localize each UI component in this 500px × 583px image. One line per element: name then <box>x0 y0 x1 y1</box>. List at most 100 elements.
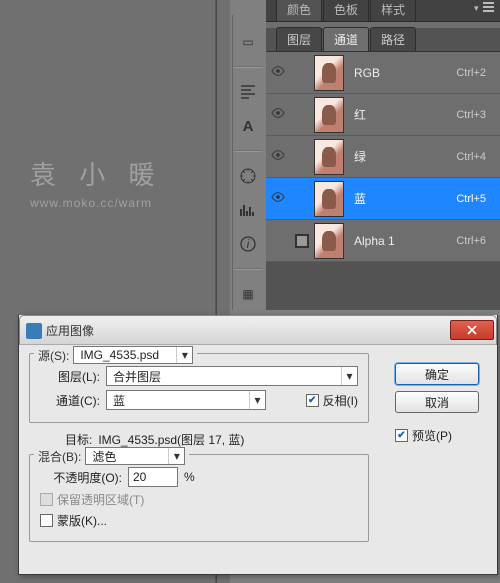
channel-name: 红 <box>344 106 456 123</box>
source-label: 源(S): <box>38 347 69 364</box>
source-combo[interactable]: IMG_4535.psd ▾ <box>73 346 193 364</box>
channel-shortcut: Ctrl+2 <box>456 67 492 79</box>
opacity-label: 不透明度(O): <box>40 469 122 486</box>
apply-image-dialog: 应用图像 源(S): IMG_4535.psd ▾ 图层(L): 合并图层 ▾ … <box>18 315 498 575</box>
channel-shortcut: Ctrl+5 <box>456 193 492 205</box>
dropdown-arrow-icon[interactable]: ▾ <box>341 367 357 385</box>
dropdown-arrow-icon[interactable]: ▾ <box>176 347 192 363</box>
channel-rgb[interactable]: RGB Ctrl+2 <box>266 52 500 94</box>
tab-paths[interactable]: 路径 <box>370 27 416 51</box>
channel-thumbnail <box>314 97 344 133</box>
channel-thumbnail <box>314 181 344 217</box>
right-panels: 颜色 色板 样式 图层 通道 路径 RGB Ctrl+2 红 Ctrl+3 <box>266 0 500 310</box>
channels-list: RGB Ctrl+2 红 Ctrl+3 绿 Ctrl+4 蓝 Ctrl+5 <box>266 52 500 262</box>
layers-panel-tabs: 图层 通道 路径 <box>266 28 500 52</box>
cancel-label: 取消 <box>425 394 449 411</box>
dialog-button-column: 确定 取消 ✔ 预览(P) <box>395 363 479 444</box>
channel-name: Alpha 1 <box>344 234 456 248</box>
invert-checkbox[interactable]: ✔ 反相(I) <box>306 392 358 409</box>
svg-text:i: i <box>247 237 250 251</box>
mask-label: 蒙版(K)... <box>57 512 107 529</box>
swatches-icon[interactable]: ▦ <box>236 282 260 306</box>
blend-fieldset: 混合(B): 滤色 ▾ 不透明度(O): % 保留透明区域(T) <box>29 454 369 542</box>
channel-thumbnail <box>314 55 344 91</box>
tool-separator <box>235 268 261 270</box>
checkbox-icon: ✔ <box>395 429 408 442</box>
watermark-url: www.moko.cc/warm <box>30 196 162 210</box>
channel-combo[interactable]: 蓝 ▾ <box>106 390 266 410</box>
channel-shortcut: Ctrl+6 <box>456 235 492 247</box>
checkbox-icon <box>40 493 53 506</box>
panel-menu-icon[interactable] <box>476 3 494 17</box>
channel-thumbnail <box>314 223 344 259</box>
channel-name: 绿 <box>344 148 456 165</box>
channel-label: 通道(C): <box>40 392 100 409</box>
dialog-title-text: 应用图像 <box>46 322 450 339</box>
tool-separator <box>235 66 261 68</box>
channel-red[interactable]: 红 Ctrl+3 <box>266 94 500 136</box>
dialog-icon <box>26 323 42 339</box>
tool-separator <box>235 150 261 152</box>
dropdown-arrow-icon[interactable]: ▾ <box>249 391 265 409</box>
layer-combo[interactable]: 合并图层 ▾ <box>106 366 358 386</box>
tab-color[interactable]: 颜色 <box>276 0 322 21</box>
blend-value: 滤色 <box>86 448 168 465</box>
channel-name: RGB <box>344 66 456 80</box>
channel-shortcut: Ctrl+3 <box>456 109 492 121</box>
channel-alpha1[interactable]: Alpha 1 Ctrl+6 <box>266 220 500 262</box>
channel-shortcut: Ctrl+4 <box>456 151 492 163</box>
preserve-label: 保留透明区域(T) <box>57 491 144 508</box>
invert-label: 反相(I) <box>323 392 358 409</box>
channel-value: 蓝 <box>107 392 249 409</box>
channel-name: 蓝 <box>344 190 456 207</box>
watermark: 袁 小 暖 www.moko.cc/warm <box>30 155 162 210</box>
source-legend: 源(S): IMG_4535.psd ▾ <box>34 346 197 364</box>
tab-styles[interactable]: 样式 <box>370 0 416 21</box>
blend-label: 混合(B): <box>38 448 81 465</box>
checkbox-icon: ✔ <box>306 394 319 407</box>
mask-checkbox[interactable]: 蒙版(K)... <box>40 512 107 529</box>
layer-label: 图层(L): <box>40 368 100 385</box>
target-value: IMG_4535.psd(图层 17, 蓝) <box>98 431 244 448</box>
channel-blue[interactable]: 蓝 Ctrl+5 <box>266 178 500 220</box>
source-value: IMG_4535.psd <box>74 348 176 362</box>
layer-value: 合并图层 <box>107 368 341 385</box>
channel-thumbnail <box>314 139 344 175</box>
tab-layers[interactable]: 图层 <box>276 27 322 51</box>
vertical-toolbar: ▭ A i ▦ <box>233 15 263 306</box>
histogram-icon[interactable] <box>236 198 260 222</box>
color-panel-tabs: 颜色 色板 样式 <box>266 0 500 22</box>
checkbox-icon <box>295 234 309 248</box>
dropdown-arrow-icon[interactable]: ▾ <box>168 448 184 464</box>
visibility-icon[interactable] <box>266 190 290 207</box>
paragraph-icon[interactable] <box>236 80 260 104</box>
visibility-icon[interactable] <box>266 106 290 123</box>
opacity-input[interactable] <box>128 467 178 487</box>
dialog-titlebar[interactable]: 应用图像 <box>19 315 497 345</box>
visibility-icon[interactable] <box>266 64 290 81</box>
target-label: 目标: <box>65 431 92 448</box>
character-icon[interactable]: A <box>236 114 260 138</box>
preview-label: 预览(P) <box>412 427 452 444</box>
tab-channels[interactable]: 通道 <box>323 27 369 51</box>
navigator-icon[interactable] <box>236 164 260 188</box>
source-fieldset: 源(S): IMG_4535.psd ▾ 图层(L): 合并图层 ▾ 通道(C)… <box>29 353 369 423</box>
tab-swatches[interactable]: 色板 <box>323 0 369 21</box>
chk-slot[interactable] <box>290 234 314 248</box>
dialog-body: 源(S): IMG_4535.psd ▾ 图层(L): 合并图层 ▾ 通道(C)… <box>19 345 497 573</box>
checkbox-icon <box>40 514 53 527</box>
channel-green[interactable]: 绿 Ctrl+4 <box>266 136 500 178</box>
blend-legend: 混合(B): 滤色 ▾ <box>34 447 189 465</box>
tool-arrange-icon[interactable]: ▭ <box>236 30 260 54</box>
ok-label: 确定 <box>425 366 449 383</box>
visibility-icon[interactable] <box>266 148 290 165</box>
preview-checkbox[interactable]: ✔ 预览(P) <box>395 427 479 444</box>
opacity-unit: % <box>184 470 195 484</box>
preserve-transparent-checkbox: 保留透明区域(T) <box>40 491 144 508</box>
info-icon[interactable]: i <box>236 232 260 256</box>
ok-button[interactable]: 确定 <box>395 363 479 385</box>
close-button[interactable] <box>450 320 494 340</box>
blend-combo[interactable]: 滤色 ▾ <box>85 447 185 465</box>
cancel-button[interactable]: 取消 <box>395 391 479 413</box>
watermark-text: 袁 小 暖 <box>30 155 162 192</box>
